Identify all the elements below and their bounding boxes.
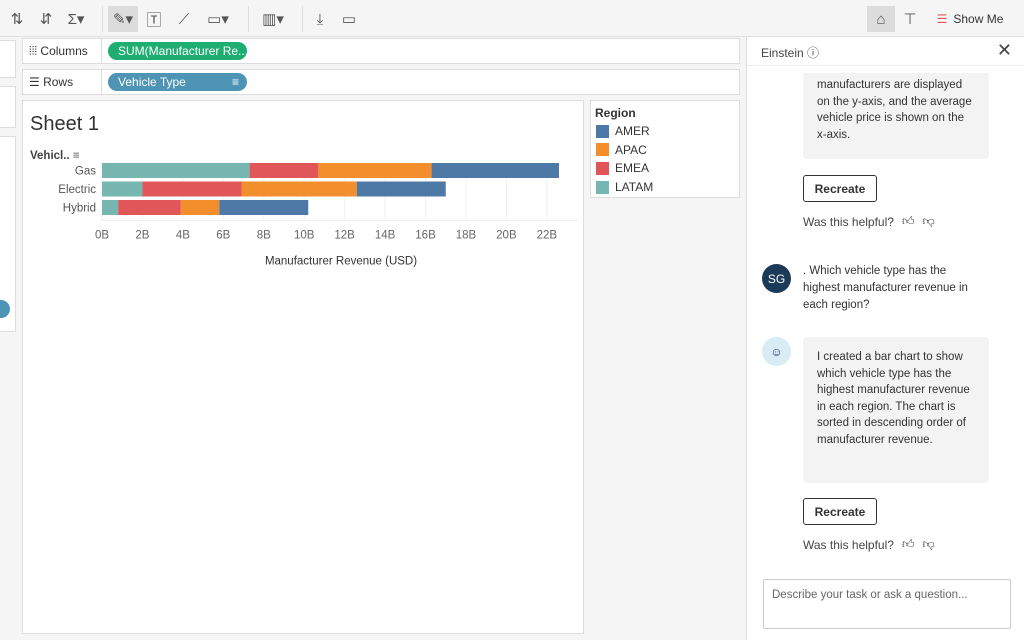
legend-label: AMER: [615, 124, 650, 138]
einstein-avatar: ☺: [762, 337, 791, 366]
download-icon[interactable]: ⤓: [308, 6, 332, 32]
assistant-message: I created a bar chart to show which vehi…: [803, 337, 989, 483]
legend-item-emea[interactable]: EMEA: [596, 161, 649, 175]
info-icon: ⓘ: [807, 46, 820, 60]
legend-item-latam[interactable]: LATAM: [596, 180, 653, 194]
side-panel-edge: [0, 40, 16, 78]
y-tick-label: Gas: [75, 166, 96, 178]
x-tick-label: 10B: [294, 230, 315, 242]
feedback-row: Was this helpful? 👍︎ 👎︎: [803, 537, 935, 552]
legend-label: LATAM: [615, 180, 654, 195]
recreate-button[interactable]: Recreate: [803, 175, 877, 202]
bar-gas-amer[interactable]: [431, 163, 559, 178]
legend-swatch: [596, 161, 609, 175]
sheet-title: Sheet 1: [30, 113, 99, 135]
x-tick-label: 16B: [415, 230, 436, 242]
columns-label: ⦙⦙⦙ Columns: [29, 44, 88, 58]
x-tick-label: 6B: [216, 230, 230, 242]
bar-hybrid-amer[interactable]: [219, 200, 309, 215]
bar-gas-apac[interactable]: [318, 163, 432, 178]
assistant-message: manufacturers are displayed on the y-axi…: [803, 73, 989, 159]
bar-chart: 0B 2B 4B 6B 8B 10B 12B 14B 16B 18B 20B 22B Vehicl.. …: [30, 150, 578, 268]
region-legend: Region AMER APAC EMEA LATAM: [590, 100, 740, 198]
legend-item-apac[interactable]: APAC: [596, 143, 647, 157]
y-tick-label: Electric: [58, 184, 96, 196]
x-tick-label: 4B: [176, 230, 190, 242]
bar-hybrid-latam[interactable]: [102, 200, 119, 215]
einstein-icon[interactable]: ⌂: [867, 6, 895, 32]
bar-gas-latam[interactable]: [102, 163, 250, 178]
user-message: . Which vehicle type has the highest man…: [803, 265, 968, 311]
highlight-icon[interactable]: ✎▾: [108, 6, 138, 32]
x-tick-label: 14B: [375, 230, 396, 242]
columns-shelf[interactable]: ⦙⦙⦙ Columns SUM(Manufacturer Re...: [22, 38, 740, 64]
sort-icon: ≡: [231, 75, 239, 89]
legend-swatch: [596, 124, 609, 138]
bar-gas-emea[interactable]: [249, 163, 319, 178]
sort-descending-icon[interactable]: ⇵: [34, 6, 58, 32]
x-tick-label: 18B: [456, 230, 477, 242]
legend-title: Region: [595, 106, 636, 120]
einstein-prompt-input[interactable]: Describe your task or ask a question...: [763, 579, 1011, 629]
bar-hybrid-emea[interactable]: [118, 200, 181, 215]
legend-label: EMEA: [615, 161, 650, 176]
rows-shelf[interactable]: ☰ Rows Vehicle Type ≡: [22, 69, 740, 95]
columns-pill[interactable]: SUM(Manufacturer Re...: [108, 42, 247, 60]
show-me-button[interactable]: ☰ Show Me: [930, 6, 1010, 32]
x-tick-label: 22B: [537, 230, 558, 242]
rows-label: ☰ Rows: [29, 75, 74, 89]
thumbs-down-icon[interactable]: 👎︎: [922, 537, 934, 552]
bar-hybrid-apac[interactable]: [180, 200, 220, 215]
einstein-title: Einstein ⓘ: [761, 46, 820, 60]
thumbs-down-icon[interactable]: 👎︎: [922, 214, 934, 229]
bar-electric-emea[interactable]: [142, 181, 242, 197]
show-me-icon: ☰: [936, 12, 948, 26]
legend-item-amer[interactable]: AMER: [596, 124, 650, 138]
bar-electric-apac[interactable]: [241, 181, 357, 197]
legend-label: APAC: [615, 142, 647, 157]
y-axis-title: Vehicl.. ≡: [30, 150, 80, 162]
user-avatar: SG: [762, 264, 791, 293]
x-tick-label: 20B: [496, 230, 517, 242]
legend-swatch: [596, 180, 609, 194]
x-tick-label: 8B: [257, 230, 271, 242]
legend-swatch: [596, 143, 609, 157]
y-tick-label: Hybrid: [63, 203, 96, 215]
toolbar: ⇅ ⇵ Σ▾ ✎▾ 🅃 ⟋ ▭▾ ▥▾ ⤓ ▭ ⌂ ⊤ ☰ Show Me: [0, 0, 1024, 37]
rows-pill[interactable]: Vehicle Type ≡: [108, 73, 247, 91]
bar-electric-amer[interactable]: [356, 181, 446, 197]
fit-icon[interactable]: ▭▾: [202, 6, 234, 32]
bar-electric-latam[interactable]: [102, 181, 143, 197]
x-axis-title: Manufacturer Revenue (USD): [265, 256, 417, 268]
sort-ascending-icon[interactable]: ⇅: [5, 6, 29, 32]
feedback-row: Was this helpful? 👍︎ 👎︎: [803, 214, 935, 229]
einstein-panel: Einstein ⓘ ✕ manufacturers are displayed…: [746, 37, 1024, 640]
x-tick-label: 12B: [334, 230, 355, 242]
close-icon[interactable]: ✕: [997, 40, 1012, 61]
pin-icon[interactable]: ⊤: [898, 6, 922, 32]
x-tick-label: 0B: [95, 230, 109, 242]
annotate-icon[interactable]: ⟋: [172, 6, 196, 32]
thumbs-up-icon[interactable]: 👍︎: [902, 214, 915, 229]
sum-icon[interactable]: Σ▾: [64, 6, 88, 32]
side-panel-edge: [0, 86, 16, 128]
recreate-button[interactable]: Recreate: [803, 498, 877, 525]
thumbs-up-icon[interactable]: 👍︎: [902, 537, 915, 552]
chart-type-icon[interactable]: ▥▾: [256, 6, 290, 32]
text-label-icon[interactable]: 🅃: [142, 6, 166, 32]
x-tick-label: 2B: [135, 230, 149, 242]
worksheet: Sheet 1 0B 2B 4B 6B 8B 10B 12B 14B 16B 18B 20B 22B V…: [22, 100, 584, 634]
presentation-icon[interactable]: ▭: [337, 6, 361, 32]
